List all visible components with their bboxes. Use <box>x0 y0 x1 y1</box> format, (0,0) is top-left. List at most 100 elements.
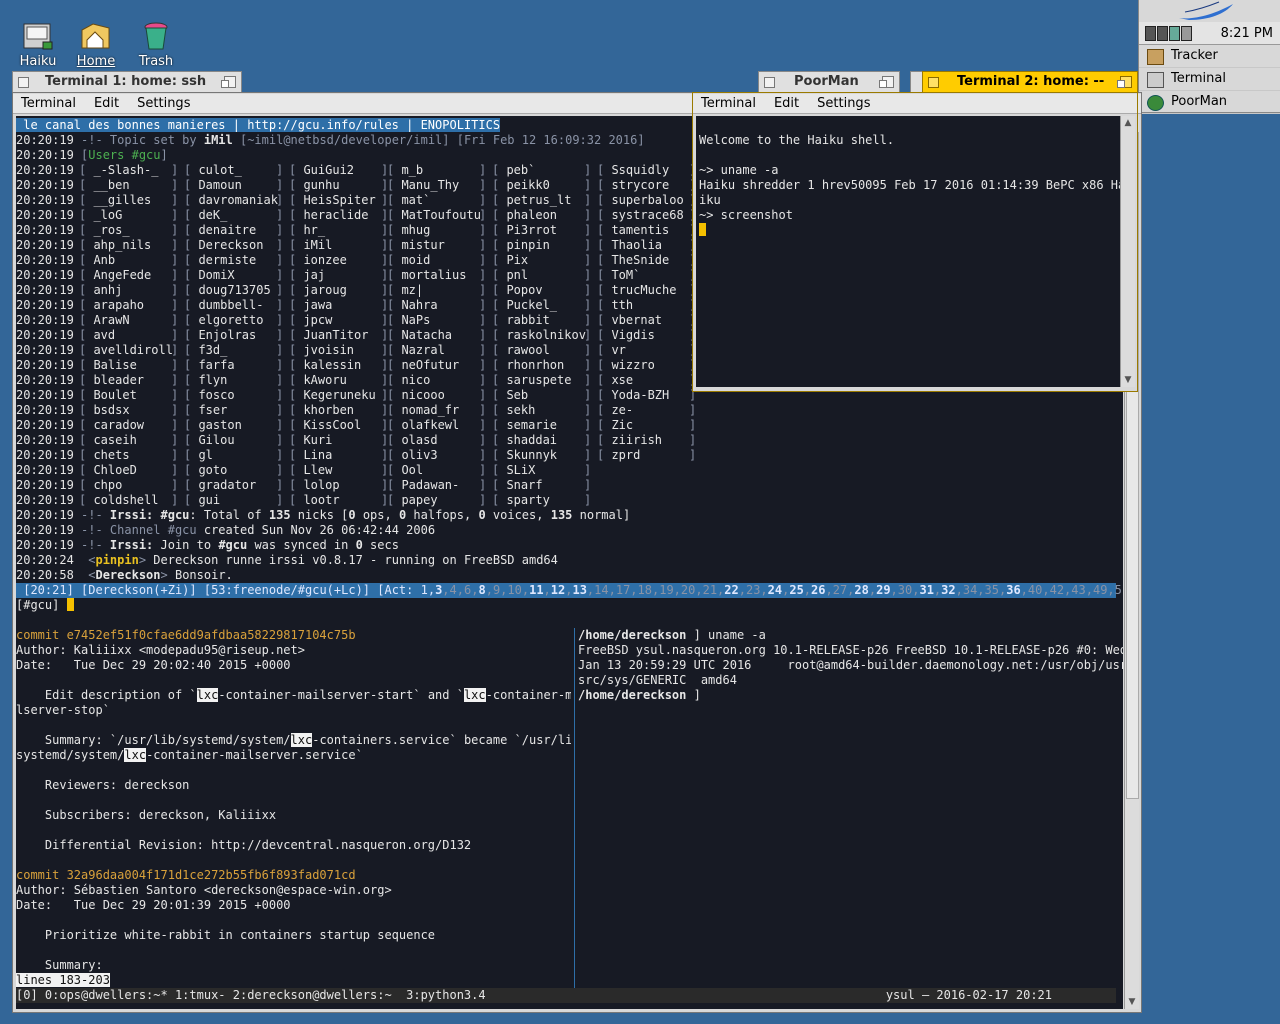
nick-entry: [ oliv3 <box>387 448 438 462</box>
bracket: ] <box>171 343 179 357</box>
cpu-meter-icon[interactable] <box>1145 26 1156 41</box>
window-title: Terminal 2: home: -- <box>957 74 1105 89</box>
cpu-meter-icon[interactable] <box>1157 26 1168 41</box>
menu-terminal[interactable]: Terminal <box>21 96 76 111</box>
bracket: ] <box>171 493 179 507</box>
nick-entry: [ Pix <box>492 253 529 267</box>
text-span: 135 <box>268 508 291 522</box>
menu-terminal[interactable]: Terminal <box>701 96 756 111</box>
text-span: lines 183-203 <box>16 973 110 987</box>
close-icon[interactable] <box>928 77 939 88</box>
text-span: src/sys/GENERIC amd64 <box>578 673 737 687</box>
timestamp: 20:20:19 <box>16 358 74 372</box>
menu-settings[interactable]: Settings <box>817 96 870 111</box>
bracket: ] <box>584 253 592 267</box>
bracket: ] <box>276 238 284 252</box>
scroll-up-icon[interactable]: ▲ <box>1121 116 1135 130</box>
window-tab-terminal2[interactable]: Terminal 2: home: -- <box>922 71 1138 92</box>
text-span: systemd/system/ <box>16 748 125 762</box>
bracket: ] <box>479 388 487 402</box>
scroll-down-icon[interactable]: ▼ <box>1125 995 1139 1009</box>
text-span: 27 <box>832 583 848 597</box>
nick-entry: [ rabbit <box>492 313 550 327</box>
haiku-leaf-logo[interactable] <box>1139 0 1280 23</box>
bracket: ] <box>276 433 284 447</box>
nick-entry: [ Yoda-BZH <box>597 388 670 402</box>
nick-entry: [ pnl <box>492 268 529 282</box>
close-icon[interactable] <box>18 77 29 88</box>
zoom-icon[interactable] <box>879 76 894 88</box>
nick-entry: [ petrus_lt <box>492 193 572 207</box>
nick-entry: [ TheSnide <box>597 253 670 267</box>
tray-icons[interactable] <box>1145 26 1193 44</box>
nick-entry: [ Gilou <box>184 433 235 447</box>
bracket: ] <box>479 238 487 252</box>
text-span: 0 <box>355 538 363 552</box>
menu-edit[interactable]: Edit <box>774 96 799 111</box>
text-span: Bonsoir. <box>167 568 233 582</box>
desktop-icon-home[interactable]: Home <box>71 20 121 69</box>
bracket: ] <box>584 283 592 297</box>
menu-settings[interactable]: Settings <box>137 96 190 111</box>
window-tab-poorman[interactable]: PoorMan <box>758 71 900 92</box>
nick-entry: [ mz| <box>387 283 424 297</box>
nick-entry: [ ze- <box>597 403 634 417</box>
bracket: ] <box>171 418 179 432</box>
scrollbar[interactable]: ▲ ▼ <box>1120 116 1135 387</box>
close-icon[interactable] <box>764 77 775 88</box>
text-span: ] uname -a <box>686 628 766 642</box>
nick-entry: [ KissCool <box>289 418 362 432</box>
text-span: Date: Tue Dec 29 20:01:39 2015 +0000 <box>16 898 291 912</box>
text-span: 0 <box>478 508 486 522</box>
nick-entry: [ papey <box>387 493 438 507</box>
nick-entry: [ gradator <box>184 478 257 492</box>
nick-entry: [ GuiGui2 <box>289 163 355 177</box>
bracket: ] <box>171 268 179 282</box>
text-span: lxc <box>290 733 313 747</box>
git-log-line: Prioritize white-rabbit in containers st… <box>16 928 571 943</box>
text-span: Summary: <box>16 958 103 972</box>
nick-entry: [ ArawN <box>79 313 130 327</box>
nick-entry: [ bleader <box>79 373 145 387</box>
text-span: ops, <box>355 508 399 522</box>
timestamp: 20:20:19 <box>16 418 74 432</box>
scroll-down-icon[interactable]: ▼ <box>1121 373 1135 387</box>
bracket: ] <box>171 463 179 477</box>
deskbar-app-terminal[interactable]: Terminal <box>1139 68 1280 91</box>
text-span: 34 <box>962 583 978 597</box>
pane-divider[interactable] <box>574 628 575 988</box>
bracket: ] <box>584 403 592 417</box>
desktop-icon-haiku[interactable]: Haiku <box>13 20 63 69</box>
bracket: ] <box>276 193 284 207</box>
git-log-line: commit 32a96daa004f171d1ce272b55fb6f893f… <box>16 868 571 883</box>
deskbar-app-tracker[interactable]: Tracker <box>1139 45 1280 68</box>
bracket: ] <box>171 478 179 492</box>
nick-entry: [ superbaloo <box>597 193 684 207</box>
bracket: ] <box>276 163 284 177</box>
clock[interactable]: 8:21 PM <box>1221 26 1273 41</box>
zoom-icon[interactable] <box>221 76 236 88</box>
text-span: Differential Revision: http://devcentral… <box>16 838 472 852</box>
timestamp: 20:20:19 <box>16 313 74 327</box>
desktop-icon-trash[interactable]: Trash <box>131 20 181 69</box>
text-span: 49 <box>1092 583 1108 597</box>
text-span: , <box>760 583 768 597</box>
bracket: ] <box>276 253 284 267</box>
bracket: ] <box>171 238 179 252</box>
nick-entry: [ iMil <box>289 238 333 252</box>
nick-entry: [ bsdsx <box>79 403 130 417</box>
zoom-icon[interactable] <box>1117 76 1132 88</box>
menu-edit[interactable]: Edit <box>94 96 119 111</box>
nick-entry: [ f3d_ <box>184 343 228 357</box>
deskbar-app-poorman[interactable]: PoorMan <box>1139 91 1280 114</box>
timestamp: 20:20:19 <box>16 268 74 282</box>
timestamp: 20:20:19 <box>16 328 74 342</box>
text-span: lxc <box>196 688 219 702</box>
text-span: [#gcu] <box>16 598 67 612</box>
network-icon[interactable] <box>1169 26 1180 41</box>
volume-icon[interactable] <box>1181 26 1192 41</box>
git-log-line: Author: Kaliiixx <modepadu95@riseup.net> <box>16 643 571 658</box>
nick-entry: [ Lina <box>289 448 333 462</box>
window-tab-terminal1[interactable]: Terminal 1: home: ssh <box>12 71 242 92</box>
terminal2-content[interactable]: Welcome to the Haiku shell. ~> uname -a … <box>696 116 1120 387</box>
